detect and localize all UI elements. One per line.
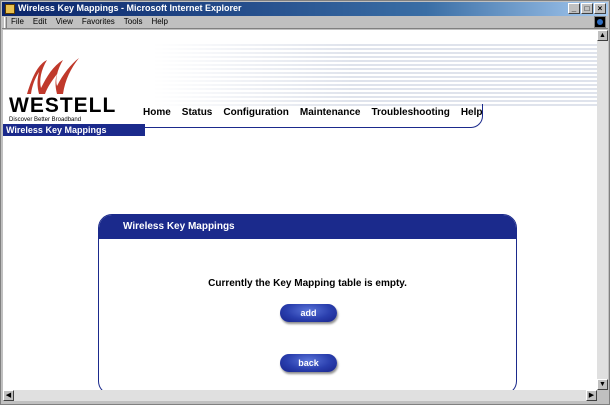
nav-home[interactable]: Home	[143, 107, 171, 118]
scroll-down-icon[interactable]: ▼	[597, 379, 608, 390]
window-controls: _ □ ×	[568, 3, 606, 14]
maximize-button[interactable]: □	[581, 3, 593, 14]
scroll-right-icon[interactable]: ▶	[586, 390, 597, 401]
nav-troubleshooting[interactable]: Troubleshooting	[371, 107, 449, 118]
scrollbar-corner	[597, 390, 608, 401]
empty-table-message: Currently the Key Mapping table is empty…	[208, 278, 407, 289]
toolbar-grip	[4, 17, 7, 28]
vertical-scrollbar[interactable]: ▲ ▼	[597, 30, 608, 390]
horizontal-scrollbar[interactable]: ◀ ▶	[3, 390, 597, 401]
menu-favorites[interactable]: Favorites	[82, 17, 115, 26]
panel-title: Wireless Key Mappings	[99, 215, 516, 239]
menu-view[interactable]: View	[56, 17, 73, 26]
window-title: Wireless Key Mappings - Microsoft Intern…	[18, 3, 242, 13]
page-viewport: WESTELL Discover Better Broadband Home S…	[3, 30, 597, 390]
nav-configuration[interactable]: Configuration	[223, 107, 289, 118]
nav-status[interactable]: Status	[182, 107, 213, 118]
title-bar[interactable]: Wireless Key Mappings - Microsoft Intern…	[2, 2, 608, 16]
menu-tools[interactable]: Tools	[124, 17, 143, 26]
ie-icon	[5, 4, 15, 14]
westell-logo-icon	[27, 58, 79, 94]
minimize-button[interactable]: _	[568, 3, 580, 14]
scroll-up-icon[interactable]: ▲	[597, 30, 608, 41]
brand-tagline: Discover Better Broadband	[9, 117, 82, 123]
page-title: Wireless Key Mappings	[3, 124, 145, 136]
main-nav: Home Status Configuration Maintenance Tr…	[143, 107, 482, 118]
scroll-left-icon[interactable]: ◀	[3, 390, 14, 401]
menu-file[interactable]: File	[11, 17, 24, 26]
key-mappings-panel: Wireless Key Mappings Currently the Key …	[98, 214, 517, 390]
brand-name: WESTELL	[9, 94, 117, 117]
windows-logo-icon	[594, 16, 606, 28]
nav-maintenance[interactable]: Maintenance	[300, 107, 361, 118]
menu-edit[interactable]: Edit	[33, 17, 47, 26]
menu-bar: File Edit View Favorites Tools Help	[2, 16, 608, 29]
header-stripes	[153, 44, 597, 108]
back-button[interactable]: back	[280, 354, 337, 372]
menu-help[interactable]: Help	[151, 17, 167, 26]
add-button[interactable]: add	[280, 304, 337, 322]
nav-help[interactable]: Help	[461, 107, 483, 118]
close-button[interactable]: ×	[594, 3, 606, 14]
